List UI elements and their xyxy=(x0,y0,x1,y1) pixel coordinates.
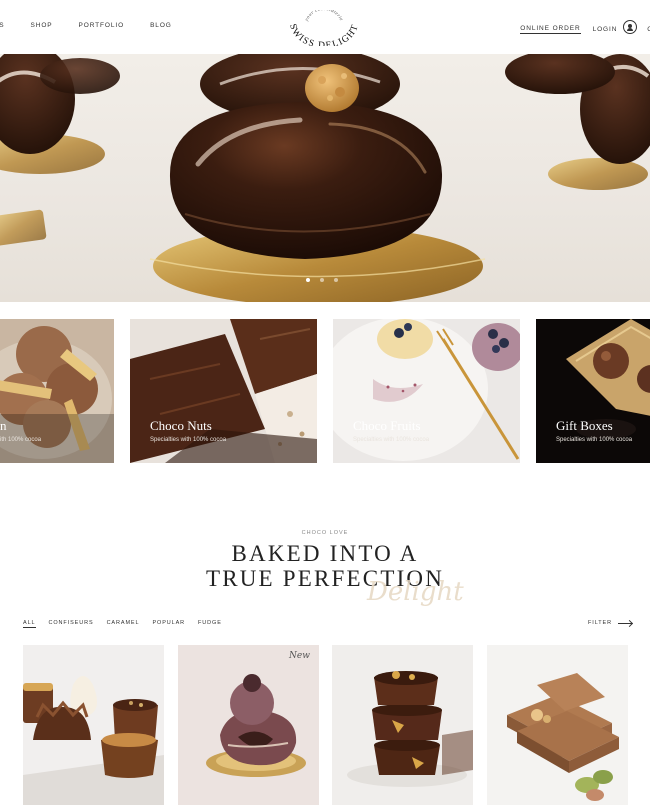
product-image xyxy=(23,645,164,805)
product-image xyxy=(178,645,319,805)
slider-dot-3[interactable] xyxy=(334,278,338,282)
hero-slider[interactable] xyxy=(0,54,650,302)
filter-tab-fudge[interactable]: FUDGE xyxy=(198,620,222,628)
section-heading-line-1: BAKED INTO A xyxy=(231,541,419,566)
svg-text:your chocolaterie: your chocolaterie xyxy=(304,10,343,23)
filter-tab-caramel[interactable]: CARAMEL xyxy=(107,620,140,628)
logo-tagline: your chocolaterie xyxy=(304,10,343,23)
category-card-choco-nuts[interactable]: Choco Nuts Specialties with 100% cocoa xyxy=(130,319,317,463)
filter-tab-all[interactable]: ALL xyxy=(23,620,36,628)
slider-dots xyxy=(306,278,338,282)
product-image xyxy=(487,645,628,805)
filter-tab-confiseurs[interactable]: CONFISEURS xyxy=(49,620,94,628)
category-title: n xyxy=(0,418,7,433)
main-nav: ES SHOP PORTFOLIO BLOG xyxy=(0,22,198,29)
category-title: Choco Nuts xyxy=(150,418,212,433)
script-word: Delight xyxy=(366,577,464,607)
category-card-ice-cream[interactable]: n ith 100% cocoa xyxy=(0,319,114,463)
filter-toggle[interactable]: FILTER xyxy=(588,620,632,626)
brand-logo[interactable]: your chocolaterie SWISS DELIGHT xyxy=(284,10,364,46)
product-card[interactable] xyxy=(487,645,628,805)
nav-item-shop[interactable]: SHOP xyxy=(30,22,52,29)
category-card-choco-fruits[interactable]: Choco Fruits Specialties with 100% cocoa xyxy=(333,319,520,463)
script-overlay: Delight xyxy=(366,577,464,607)
category-subtitle: Specialties with 100% cocoa xyxy=(556,437,633,443)
logo-wordmark: SWISS DELIGHT xyxy=(287,23,360,46)
nav-item-portfolio[interactable]: PORTFOLIO xyxy=(79,22,125,29)
site-header: ES SHOP PORTFOLIO BLOG your chocolaterie… xyxy=(0,0,650,54)
section-heading-line-2: TRUE PERFECTION xyxy=(205,566,445,591)
product-badge: New xyxy=(289,651,310,661)
login-link[interactable]: LOGIN xyxy=(593,26,618,33)
nav-item-blog[interactable]: BLOG xyxy=(150,22,172,29)
arrow-right-icon xyxy=(617,622,632,624)
hero-image xyxy=(0,54,650,302)
category-title: Gift Boxes xyxy=(556,418,613,433)
svg-text:SWISS DELIGHT: SWISS DELIGHT xyxy=(287,23,361,46)
product-card[interactable]: New xyxy=(178,645,319,805)
product-image xyxy=(332,645,473,805)
filter-tab-popular[interactable]: POPULAR xyxy=(152,620,185,628)
product-filter-tabs: ALL CONFISEURS CARAMEL POPULAR FUDGE xyxy=(23,620,235,628)
slider-dot-2[interactable] xyxy=(320,278,324,282)
filter-label: FILTER xyxy=(588,620,612,626)
category-subtitle: Specialties with 100% cocoa xyxy=(353,437,430,443)
category-card-gift-boxes[interactable]: Gift Boxes Specialties with 100% cocoa xyxy=(536,319,650,463)
user-icon[interactable] xyxy=(623,20,638,34)
online-order-link[interactable]: ONLINE ORDER xyxy=(520,25,581,34)
section-eyebrow: CHOCO LOVE xyxy=(301,530,349,536)
product-card[interactable] xyxy=(332,645,473,805)
header-actions: ONLINE ORDER LOGIN C xyxy=(520,20,650,36)
product-card[interactable] xyxy=(23,645,164,805)
slider-dot-1[interactable] xyxy=(306,278,310,282)
category-title: Choco Fruits xyxy=(353,418,421,433)
nav-item-cut[interactable]: ES xyxy=(0,22,4,29)
category-subtitle: Specialties with 100% cocoa xyxy=(150,437,227,443)
category-subtitle: ith 100% cocoa xyxy=(0,437,42,443)
